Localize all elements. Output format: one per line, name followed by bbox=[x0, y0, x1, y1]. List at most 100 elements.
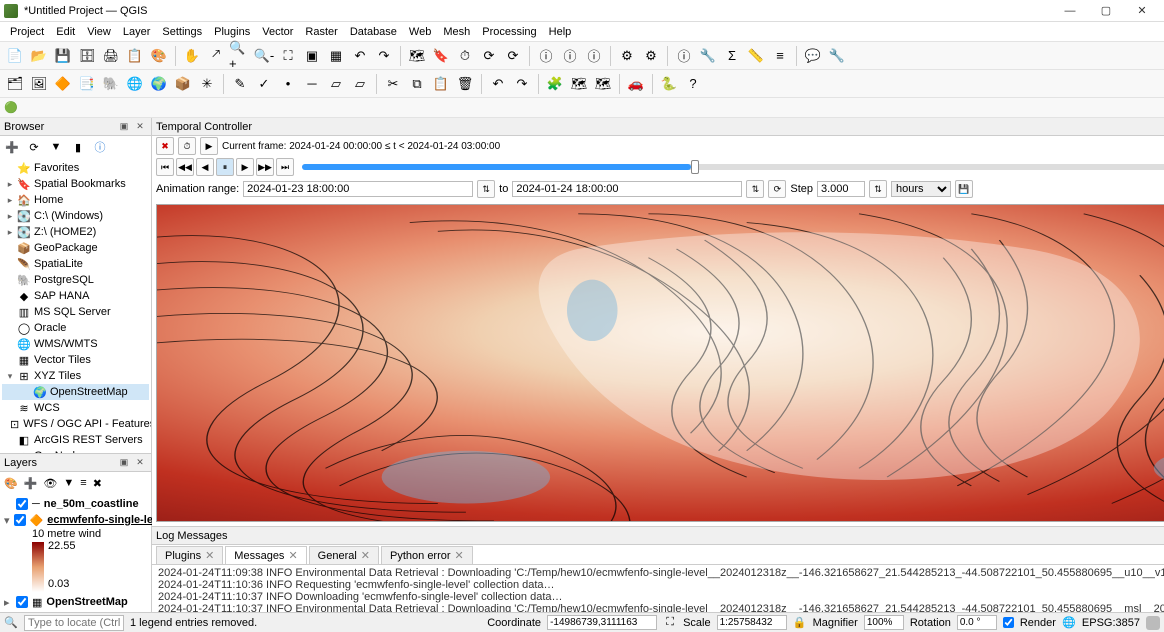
menu-processing[interactable]: Processing bbox=[476, 24, 542, 40]
step-value-input[interactable] bbox=[817, 181, 865, 197]
open-icon[interactable]: 📂 bbox=[28, 45, 50, 67]
log-tab-general[interactable]: General✕ bbox=[309, 546, 379, 564]
temporal-off-button[interactable]: ✖ bbox=[156, 137, 174, 155]
menu-mesh[interactable]: Mesh bbox=[437, 24, 476, 40]
collapse-icon[interactable]: ▮ bbox=[70, 139, 86, 155]
browser-item-arcgis-rest-servers[interactable]: ◧ArcGIS REST Servers bbox=[2, 432, 149, 448]
menu-plugins[interactable]: Plugins bbox=[208, 24, 256, 40]
messages-icon[interactable] bbox=[1146, 616, 1160, 630]
browser-item-spatial-bookmarks[interactable]: ▸🔖Spatial Bookmarks bbox=[2, 176, 149, 192]
menu-edit[interactable]: Edit bbox=[50, 24, 81, 40]
tooltip-icon[interactable]: 💬 bbox=[802, 45, 824, 67]
browser-item-xyz-tiles[interactable]: ▾⊞XYZ Tiles bbox=[2, 368, 149, 384]
add-layer-icon[interactable]: ➕ bbox=[4, 139, 20, 155]
range-to-stepper[interactable]: ⇅ bbox=[746, 180, 764, 198]
crs-text[interactable]: EPSG:3857 bbox=[1082, 617, 1140, 629]
poly-icon[interactable]: ▱ bbox=[325, 73, 347, 95]
tool-icon[interactable]: 🔧 bbox=[697, 45, 719, 67]
close-tab-icon[interactable]: ✕ bbox=[205, 549, 214, 562]
refresh-icon[interactable]: ⟳ bbox=[478, 45, 500, 67]
coordinate-input[interactable] bbox=[547, 615, 657, 630]
step-back-button[interactable]: ◀◀ bbox=[176, 158, 194, 176]
undo-icon[interactable]: ↶ bbox=[487, 73, 509, 95]
pan-icon[interactable]: ✋ bbox=[181, 45, 203, 67]
line-icon[interactable]: ─ bbox=[301, 73, 323, 95]
layer-add-group-icon[interactable]: ➕ bbox=[24, 477, 38, 490]
menu-project[interactable]: Project bbox=[4, 24, 50, 40]
filter-icon[interactable]: ▼ bbox=[48, 139, 64, 155]
layer-remove-icon[interactable]: ✖ bbox=[93, 477, 102, 490]
adddelim-icon[interactable]: 📑 bbox=[76, 73, 98, 95]
browser-item-spatialite[interactable]: 🪶SpatiaLite bbox=[2, 256, 149, 272]
paste-icon[interactable]: 📋 bbox=[430, 73, 452, 95]
layers-close-button[interactable]: ✕ bbox=[133, 456, 147, 470]
zoomlayer-icon[interactable]: ▦ bbox=[325, 45, 347, 67]
log-tab-python-error[interactable]: Python error✕ bbox=[381, 546, 473, 564]
car-icon[interactable]: 🚗 bbox=[625, 73, 647, 95]
properties-icon[interactable]: ⓘ bbox=[92, 139, 108, 155]
action-icon[interactable]: ⚙ bbox=[640, 45, 662, 67]
play-button[interactable]: ▶ bbox=[236, 158, 254, 176]
layer-row[interactable]: ─ne_50m_coastline bbox=[4, 496, 147, 512]
layer-visibility-checkbox[interactable] bbox=[16, 498, 28, 510]
map-canvas[interactable] bbox=[156, 204, 1164, 522]
osm-icon[interactable]: 🗺 bbox=[568, 73, 590, 95]
locator-input[interactable] bbox=[24, 615, 124, 631]
identify-icon[interactable]: ⓘ bbox=[535, 45, 557, 67]
identify-icon[interactable]: ⓘ bbox=[673, 45, 695, 67]
scale-input[interactable] bbox=[717, 615, 787, 630]
close-tab-icon[interactable]: ✕ bbox=[361, 549, 370, 562]
print-icon[interactable]: 🖨 bbox=[100, 45, 122, 67]
layout-icon[interactable]: 📋 bbox=[124, 45, 146, 67]
step-unit-select[interactable]: hours bbox=[891, 181, 951, 197]
save-animation-button[interactable]: 💾 bbox=[955, 180, 973, 198]
play-reverse-button[interactable]: ◀ bbox=[196, 158, 214, 176]
layer-visibility-checkbox[interactable] bbox=[16, 596, 28, 608]
layer-visibility-checkbox[interactable] bbox=[14, 514, 26, 526]
panto-icon[interactable]: 🡕 bbox=[205, 45, 227, 67]
range-refresh-button[interactable]: ⟳ bbox=[768, 180, 786, 198]
identify-icon[interactable]: ⓘ bbox=[559, 45, 581, 67]
menu-settings[interactable]: Settings bbox=[156, 24, 208, 40]
save-icon[interactable]: 💾 bbox=[52, 45, 74, 67]
log-tab-plugins[interactable]: Plugins✕ bbox=[156, 546, 223, 564]
layers-float-button[interactable]: ▣ bbox=[117, 456, 131, 470]
range-from-stepper[interactable]: ⇅ bbox=[477, 180, 495, 198]
newshp-icon[interactable]: ✳ bbox=[196, 73, 218, 95]
redo-icon[interactable]: ↷ bbox=[511, 73, 533, 95]
sum-icon[interactable]: Σ bbox=[721, 45, 743, 67]
layer-row[interactable]: ▸▦OpenStreetMap bbox=[4, 594, 147, 610]
pause-button[interactable]: ⏸ bbox=[216, 158, 234, 176]
addmesh-icon[interactable]: 🔶 bbox=[52, 73, 74, 95]
browser-item-z-home2-[interactable]: ▸💽Z:\ (HOME2) bbox=[2, 224, 149, 240]
layer-visibility-icon[interactable]: 👁 bbox=[43, 477, 57, 490]
addraster-icon[interactable]: 🖼 bbox=[28, 73, 50, 95]
close-button[interactable]: ✕ bbox=[1124, 1, 1160, 21]
layer-expand-icon[interactable]: ≡ bbox=[80, 477, 86, 489]
del-icon[interactable]: 🗑 bbox=[454, 73, 476, 95]
menu-database[interactable]: Database bbox=[344, 24, 403, 40]
zoomin-icon[interactable]: 🔍+ bbox=[229, 45, 251, 67]
newbm-icon[interactable]: 🔖 bbox=[430, 45, 452, 67]
range-to-input[interactable] bbox=[512, 181, 742, 197]
close-tab-icon[interactable]: ✕ bbox=[288, 549, 297, 562]
browser-item-geopackage[interactable]: 📦GeoPackage bbox=[2, 240, 149, 256]
menu-layer[interactable]: Layer bbox=[117, 24, 157, 40]
browser-item-wcs[interactable]: ≋WCS bbox=[2, 400, 149, 416]
crs-icon[interactable]: 🌐 bbox=[1062, 616, 1076, 630]
identify-icon[interactable]: ⓘ bbox=[583, 45, 605, 67]
py-icon[interactable]: 🐍 bbox=[658, 73, 680, 95]
close-tab-icon[interactable]: ✕ bbox=[455, 549, 464, 562]
newgpkg-icon[interactable]: 📦 bbox=[172, 73, 194, 95]
menu-web[interactable]: Web bbox=[403, 24, 437, 40]
browser-close-button[interactable]: ✕ bbox=[133, 120, 147, 134]
magnifier-input[interactable] bbox=[864, 615, 904, 630]
zoomfull-icon[interactable]: ⛶ bbox=[277, 45, 299, 67]
scale-lock-icon[interactable]: 🔒 bbox=[793, 616, 807, 630]
poly-icon[interactable]: ▱ bbox=[349, 73, 371, 95]
range-from-input[interactable] bbox=[243, 181, 473, 197]
maximize-button[interactable]: ▢ bbox=[1088, 1, 1124, 21]
render-checkbox[interactable] bbox=[1003, 617, 1014, 628]
copy-icon[interactable]: ⧉ bbox=[406, 73, 428, 95]
menu-raster[interactable]: Raster bbox=[299, 24, 343, 40]
